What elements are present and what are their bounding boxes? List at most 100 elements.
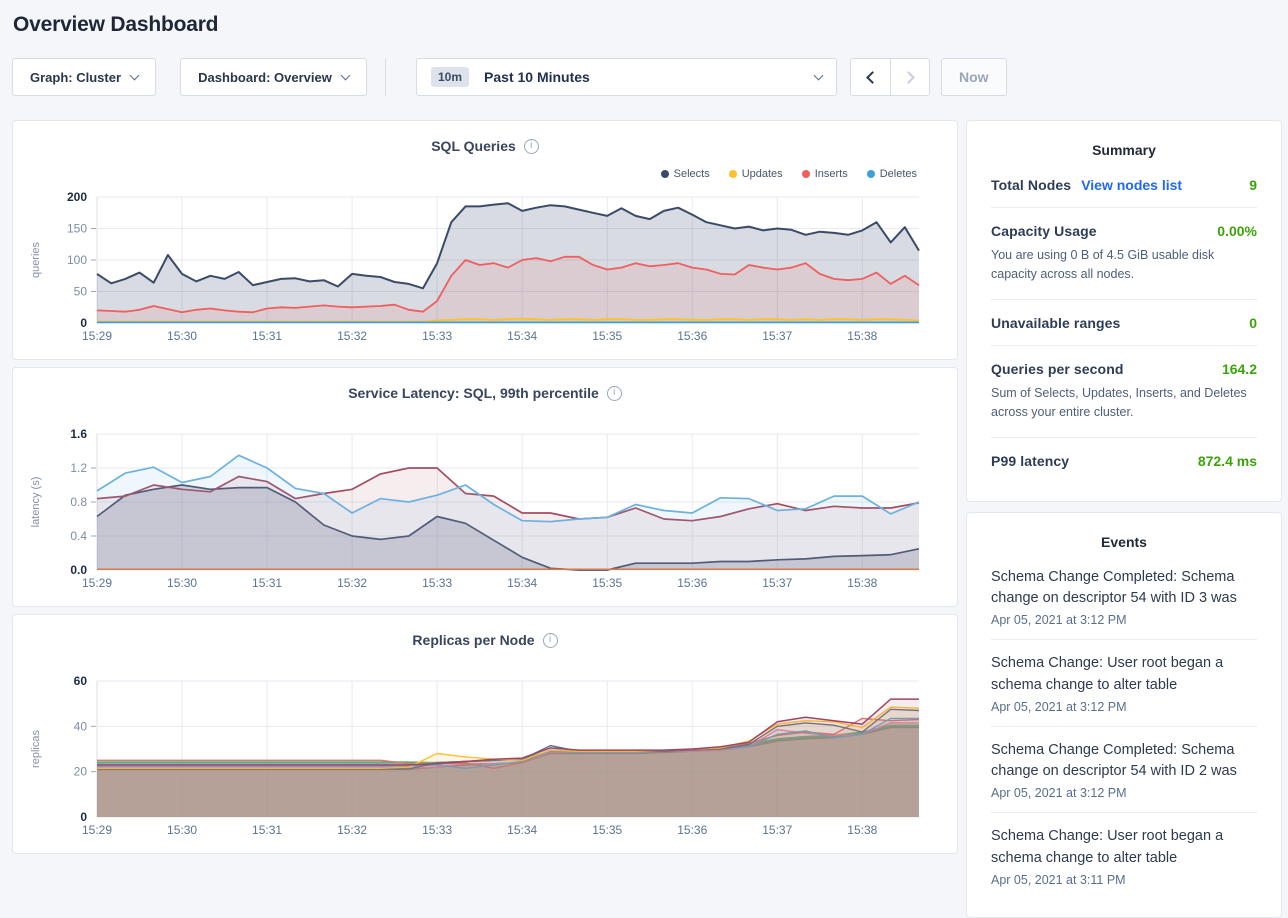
chart-legend: Selects Updates Inserts Deletes <box>661 168 917 180</box>
info-icon[interactable]: i <box>543 633 558 648</box>
svg-text:15:38: 15:38 <box>847 576 877 590</box>
summary-label: Unavailable ranges <box>991 315 1120 331</box>
page-title: Overview Dashboard <box>13 13 1288 37</box>
summary-value: 872.4 ms <box>1198 453 1257 469</box>
svg-text:15:33: 15:33 <box>422 329 452 343</box>
chart-card-service-latency: Service Latency: SQL, 99th percentile i … <box>12 367 958 607</box>
legend-label: Inserts <box>815 168 848 180</box>
summary-value: 0 <box>1249 315 1257 331</box>
summary-title: Summary <box>991 142 1257 158</box>
svg-text:15:36: 15:36 <box>677 576 707 590</box>
sql-queries-chart[interactable]: 05010015020015:2915:3015:3115:3215:3315:… <box>13 187 957 357</box>
legend-label: Selects <box>674 168 710 180</box>
svg-text:15:34: 15:34 <box>507 576 537 590</box>
svg-text:0: 0 <box>80 316 87 330</box>
legend-dot <box>802 170 810 178</box>
summary-label: P99 latency <box>991 453 1069 469</box>
prev-range-button[interactable] <box>851 59 890 95</box>
event-item[interactable]: Schema Change Completed: Schema change o… <box>991 554 1257 640</box>
summary-panel: Summary Total Nodes View nodes list 9 Ca… <box>966 120 1282 502</box>
chart-title-row: Replicas per Node i <box>13 615 957 648</box>
dashboard-dropdown[interactable]: Dashboard: Overview <box>180 58 367 96</box>
info-icon[interactable]: i <box>524 139 539 154</box>
main-content: SQL Queries i Selects Updates Inserts De… <box>12 120 1288 918</box>
svg-text:150: 150 <box>67 222 87 236</box>
svg-text:200: 200 <box>67 190 87 204</box>
vertical-divider <box>385 58 386 96</box>
svg-text:1.6: 1.6 <box>70 427 87 441</box>
time-range-label: Past 10 Minutes <box>484 69 590 85</box>
info-icon[interactable]: i <box>607 386 622 401</box>
svg-text:0.4: 0.4 <box>70 529 87 543</box>
overview-dashboard-page: Overview Dashboard Graph: Cluster Dashbo… <box>0 13 1288 918</box>
svg-text:15:31: 15:31 <box>252 329 282 343</box>
chevron-left-icon <box>866 71 879 84</box>
next-range-button[interactable] <box>890 59 929 95</box>
events-panel: Events Schema Change Completed: Schema c… <box>966 512 1282 918</box>
legend-item-deletes: Deletes <box>867 168 917 180</box>
svg-text:40: 40 <box>74 719 88 733</box>
summary-label: Queries per second <box>991 361 1124 377</box>
chart-title: SQL Queries <box>431 138 516 154</box>
svg-text:replicas: replicas <box>30 730 42 768</box>
svg-text:15:32: 15:32 <box>337 823 367 837</box>
summary-row-capacity-usage: Capacity Usage 0.00% You are using 0 B o… <box>991 207 1257 299</box>
svg-text:0: 0 <box>80 810 87 824</box>
event-text: Schema Change: User root began a schema … <box>991 653 1257 697</box>
summary-label: Total Nodes <box>991 177 1071 193</box>
time-pager <box>850 58 930 96</box>
svg-text:15:30: 15:30 <box>167 576 197 590</box>
svg-text:15:33: 15:33 <box>422 823 452 837</box>
svg-text:15:38: 15:38 <box>847 329 877 343</box>
chevron-down-icon <box>340 70 350 80</box>
event-text: Schema Change: User root began a schema … <box>991 826 1257 870</box>
event-timestamp: Apr 05, 2021 at 3:12 PM <box>991 700 1257 714</box>
event-text: Schema Change Completed: Schema change o… <box>991 740 1257 784</box>
svg-text:15:31: 15:31 <box>252 576 282 590</box>
legend-dot <box>661 170 669 178</box>
controls-bar: Graph: Cluster Dashboard: Overview 10m P… <box>12 58 1288 96</box>
time-range-picker[interactable]: 10m Past 10 Minutes <box>416 58 837 96</box>
event-timestamp: Apr 05, 2021 at 3:12 PM <box>991 613 1257 627</box>
chart-card-replicas-per-node: Replicas per Node i 020406015:2915:3015:… <box>12 614 958 854</box>
event-item[interactable]: Schema Change Completed: Schema change o… <box>991 726 1257 813</box>
legend-item-updates: Updates <box>729 168 783 180</box>
svg-text:15:37: 15:37 <box>762 329 792 343</box>
svg-text:15:34: 15:34 <box>507 329 537 343</box>
svg-text:60: 60 <box>74 674 88 688</box>
summary-row-p99-latency: P99 latency 872.4 ms <box>991 437 1257 483</box>
chart-card-sql-queries: SQL Queries i Selects Updates Inserts De… <box>12 120 958 360</box>
svg-text:15:35: 15:35 <box>592 823 622 837</box>
summary-label: Capacity Usage <box>991 223 1097 239</box>
svg-text:15:33: 15:33 <box>422 576 452 590</box>
legend-label: Updates <box>742 168 783 180</box>
time-range-badge: 10m <box>431 67 469 87</box>
summary-description: Sum of Selects, Updates, Inserts, and De… <box>991 384 1257 423</box>
chart-title-row: Service Latency: SQL, 99th percentile i <box>13 368 957 401</box>
svg-text:15:29: 15:29 <box>82 576 112 590</box>
graph-dropdown-label: Graph: Cluster <box>30 70 121 85</box>
svg-text:latency (s): latency (s) <box>30 477 42 528</box>
chevron-down-icon <box>130 70 140 80</box>
summary-row-unavailable-ranges: Unavailable ranges 0 <box>991 299 1257 345</box>
graph-dropdown[interactable]: Graph: Cluster <box>12 58 156 96</box>
chart-title: Replicas per Node <box>412 632 534 648</box>
event-item[interactable]: Schema Change: User root began a schema … <box>991 639 1257 726</box>
svg-text:15:29: 15:29 <box>82 329 112 343</box>
view-nodes-list-link[interactable]: View nodes list <box>1081 177 1182 193</box>
replicas-per-node-chart[interactable]: 020406015:2915:3015:3115:3215:3315:3415:… <box>13 671 957 851</box>
svg-text:1.2: 1.2 <box>70 461 87 475</box>
charts-column: SQL Queries i Selects Updates Inserts De… <box>12 120 958 861</box>
now-button[interactable]: Now <box>941 58 1007 96</box>
legend-dot <box>729 170 737 178</box>
svg-text:15:30: 15:30 <box>167 823 197 837</box>
svg-text:15:38: 15:38 <box>847 823 877 837</box>
svg-text:15:35: 15:35 <box>592 576 622 590</box>
svg-text:15:37: 15:37 <box>762 576 792 590</box>
svg-text:0.8: 0.8 <box>70 495 87 509</box>
svg-text:15:36: 15:36 <box>677 823 707 837</box>
event-item[interactable]: Schema Change: User root began a schema … <box>991 812 1257 899</box>
svg-text:20: 20 <box>74 765 88 779</box>
service-latency-chart[interactable]: 0.00.40.81.21.615:2915:3015:3115:3215:33… <box>13 424 957 604</box>
svg-text:100: 100 <box>67 253 87 267</box>
